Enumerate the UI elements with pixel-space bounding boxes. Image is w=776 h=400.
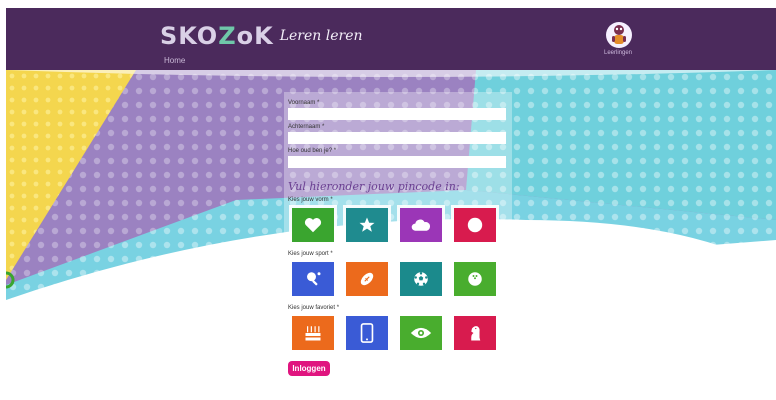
favorite-label: Kies jouw favoriet * bbox=[288, 305, 340, 311]
logo-slogan: Leren leren bbox=[279, 28, 363, 44]
star-icon bbox=[359, 217, 375, 232]
pincode-heading: Vul hieronder jouw pincode in: bbox=[288, 180, 460, 193]
cloud-icon bbox=[411, 219, 431, 231]
login-button[interactable]: Inloggen bbox=[288, 361, 330, 376]
last-name-label: Achternaam * bbox=[288, 124, 325, 130]
smartphone-icon bbox=[360, 323, 374, 343]
nav-home-link[interactable]: Home bbox=[164, 56, 185, 65]
shape-tile-cloud[interactable] bbox=[400, 208, 442, 242]
shape-tile-circle[interactable] bbox=[454, 208, 496, 242]
eye-icon bbox=[410, 327, 432, 339]
sport-tile-bowling[interactable] bbox=[454, 262, 496, 296]
favorite-tile-eye[interactable] bbox=[400, 316, 442, 350]
avatar-caption: Leerlingen bbox=[604, 50, 633, 56]
first-name-label: Voornaam * bbox=[288, 100, 320, 106]
shape-tile-heart[interactable] bbox=[292, 208, 334, 242]
age-input[interactable] bbox=[288, 156, 506, 168]
bowling-ball-icon bbox=[468, 272, 482, 286]
table-tennis-icon bbox=[307, 272, 321, 286]
american-football-icon bbox=[360, 272, 374, 286]
student-avatar[interactable] bbox=[606, 22, 632, 48]
sport-label: Kies jouw sport * bbox=[288, 251, 333, 257]
heart-icon bbox=[304, 218, 322, 233]
favorite-tile-phone[interactable] bbox=[346, 316, 388, 350]
shape-tile-star[interactable] bbox=[346, 208, 388, 242]
sport-tile-soccer[interactable] bbox=[400, 262, 442, 296]
last-name-input[interactable] bbox=[288, 132, 506, 144]
favorite-tile-knight[interactable] bbox=[454, 316, 496, 350]
logo-wordmark: SKOZoK bbox=[160, 22, 274, 50]
birthday-cake-icon bbox=[305, 326, 321, 341]
top-bar bbox=[6, 8, 776, 76]
circle-icon bbox=[467, 217, 483, 233]
sport-tile-american-football[interactable] bbox=[346, 262, 388, 296]
first-name-input[interactable] bbox=[288, 108, 506, 120]
sport-tile-table-tennis[interactable] bbox=[292, 262, 334, 296]
age-label: Hoe oud ben je? * bbox=[288, 148, 337, 154]
favorite-tile-cake[interactable] bbox=[292, 316, 334, 350]
chess-knight-icon bbox=[471, 326, 481, 341]
shape-label: Kies jouw vorm * bbox=[288, 197, 333, 203]
student-character-icon bbox=[612, 25, 626, 44]
soccer-ball-icon bbox=[414, 272, 428, 286]
skozok-logo[interactable]: SKOZoK Leren leren bbox=[160, 22, 363, 50]
